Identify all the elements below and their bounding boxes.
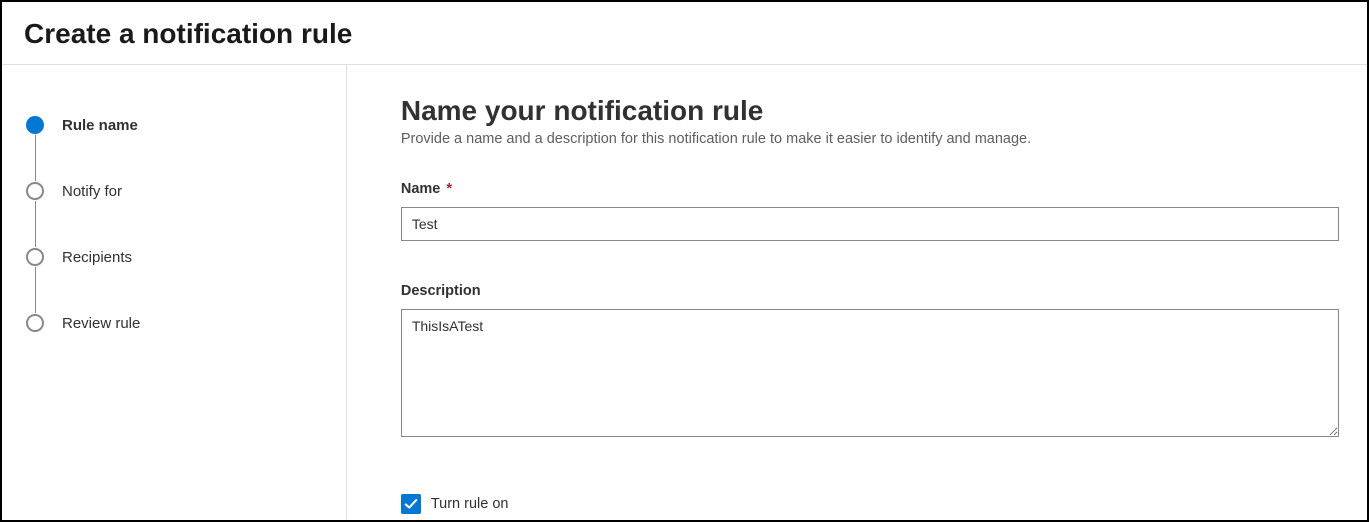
checkbox-checked-icon bbox=[401, 494, 421, 514]
step-dot-open-icon bbox=[26, 182, 44, 200]
step-label: Review rule bbox=[62, 315, 140, 332]
step-rule-name[interactable]: Rule name bbox=[26, 115, 322, 135]
section-subtitle: Provide a name and a description for thi… bbox=[401, 131, 1339, 147]
step-connector bbox=[35, 267, 36, 313]
description-label: Description bbox=[401, 283, 1339, 299]
checkbox-label: Turn rule on bbox=[431, 496, 509, 512]
step-dot-filled-icon bbox=[26, 116, 44, 134]
wizard-page: Create a notification rule Rule name Not… bbox=[0, 0, 1369, 522]
section-heading: Name your notification rule bbox=[401, 95, 1339, 127]
step-dot-open-icon bbox=[26, 248, 44, 266]
stepper: Rule name Notify for Recipients Review r… bbox=[2, 65, 347, 520]
step-dot-open-icon bbox=[26, 314, 44, 332]
content: Name your notification rule Provide a na… bbox=[347, 65, 1367, 520]
step-connector bbox=[35, 201, 36, 247]
step-label: Rule name bbox=[62, 117, 138, 134]
step-notify-for[interactable]: Notify for bbox=[26, 181, 322, 201]
turn-rule-on-checkbox[interactable]: Turn rule on bbox=[401, 494, 1339, 514]
step-list: Rule name Notify for Recipients Review r… bbox=[26, 115, 322, 333]
name-label-text: Name bbox=[401, 181, 441, 197]
titlebar: Create a notification rule bbox=[2, 2, 1367, 65]
description-input[interactable]: ThisIsATest bbox=[401, 309, 1339, 437]
step-recipients[interactable]: Recipients bbox=[26, 247, 322, 267]
name-label: Name * bbox=[401, 181, 1339, 197]
name-field-block: Name * bbox=[401, 181, 1339, 241]
step-connector bbox=[35, 135, 36, 181]
description-field-block: Description ThisIsATest bbox=[401, 283, 1339, 442]
step-label: Recipients bbox=[62, 249, 132, 266]
required-mark: * bbox=[446, 181, 452, 197]
page-title: Create a notification rule bbox=[24, 18, 1345, 50]
step-label: Notify for bbox=[62, 183, 122, 200]
body: Rule name Notify for Recipients Review r… bbox=[2, 65, 1367, 520]
step-review-rule[interactable]: Review rule bbox=[26, 313, 322, 333]
name-input[interactable] bbox=[401, 207, 1339, 241]
